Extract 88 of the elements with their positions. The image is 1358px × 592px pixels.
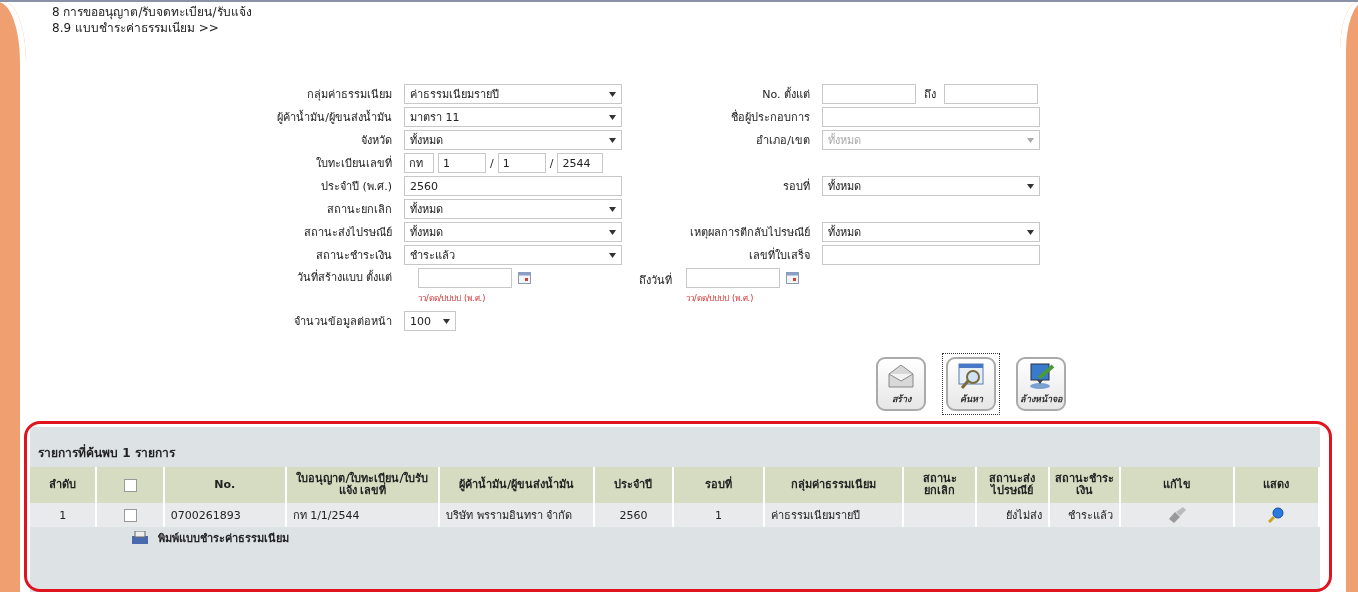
slash-separator: / (490, 156, 494, 170)
text-field[interactable]: 1 (438, 153, 486, 173)
breadcrumb-text: 8 การขออนุญาต/รับจดทะเบียน/รับแจ้ง (52, 4, 253, 20)
caret-icon (609, 137, 616, 143)
column-header: No. (163, 467, 286, 503)
table-cell: 1 (672, 503, 765, 527)
table-cell: 0700261893 (163, 503, 286, 527)
dropdown[interactable]: ทั้งหมด (822, 176, 1040, 196)
clear-button[interactable]: ล้างหน้าจอ (1016, 357, 1066, 411)
magnifier-window-icon (955, 360, 987, 390)
column-header: ผู้ค้าน้ำมัน/ผู้ขนส่งน้ำมัน (439, 467, 595, 503)
field-label: เลขที่ใบเสร็จ (748, 246, 811, 264)
caret-icon (609, 252, 616, 258)
field-label: สถานะชำระเงิน (315, 248, 393, 264)
field-label: ใบทะเบียนเลขที่ (315, 154, 393, 172)
dropdown[interactable]: ทั้งหมด (404, 199, 622, 219)
text-field[interactable]: กท (404, 153, 434, 173)
search-button[interactable]: ค้นหา (946, 357, 996, 411)
brush-icon[interactable] (1166, 507, 1187, 523)
text-field[interactable] (822, 107, 1040, 127)
field-label: กลุ่มค่าธรรมเนียม (306, 87, 393, 103)
field-label: จำนวนข้อมูลต่อหน้า (293, 314, 393, 330)
table-cell: กท 1/1/2544 (285, 503, 440, 527)
dropdown[interactable]: ทั้งหมด (822, 222, 1040, 242)
calendar-icon[interactable] (518, 272, 531, 284)
magnifier-icon[interactable] (1268, 507, 1285, 523)
text-field[interactable]: 1 (497, 153, 546, 173)
field-label: สถานะส่งไปรษณีย์ (303, 225, 393, 241)
field-label: สถานะยกเลิก (326, 202, 393, 218)
dropdown[interactable]: มาตรา 11 (404, 107, 622, 127)
field-label: ถึงวันที่ (638, 271, 672, 289)
text-field[interactable]: 2544 (557, 153, 604, 173)
column-header: กลุ่มค่าธรรมเนียม (764, 467, 904, 503)
caret-icon (609, 114, 616, 120)
text-field[interactable]: 2560 (404, 176, 622, 196)
range-label: ถึง (924, 87, 936, 103)
field-label: ประจำปี (พ.ศ.) (319, 179, 393, 195)
table-cell: บริษัท พรรามอินทรา จำกัด (439, 503, 595, 527)
date-format-hint: วว/ดด/ปปปป (พ.ศ.) (686, 293, 755, 305)
column-header: ใบอนุญาต/ใบทะเบียน/ใบรับแจ้ง เลขที่ (285, 467, 440, 503)
table-cell: ชำระแล้ว (1048, 503, 1120, 527)
caret-icon (609, 229, 616, 235)
dropdown[interactable]: ชำระแล้ว (404, 245, 622, 265)
column-header: สถานะยกเลิก (903, 467, 977, 503)
calendar-icon[interactable] (786, 272, 799, 284)
caret-icon (609, 206, 616, 212)
column-header: แสดง (1233, 467, 1319, 503)
date-format-hint: วว/ดด/ปปปป (พ.ศ.) (418, 293, 487, 305)
table-cell: 1 (30, 503, 97, 527)
text-field[interactable] (822, 245, 1040, 265)
table-cell: 2560 (594, 503, 673, 527)
dropdown[interactable]: ทั้งหมด (404, 222, 622, 242)
date-field[interactable] (686, 268, 780, 288)
print-link[interactable]: พิมพ์แบบชำระค่าธรรมเนียม (158, 529, 289, 547)
field-label: จังหวัด (360, 133, 393, 149)
caret-icon (1027, 229, 1034, 235)
column-header: รอบที่ (672, 467, 765, 503)
caret-icon (443, 318, 450, 324)
column-header: ประจำปี (594, 467, 673, 503)
field-label: วันที่สร้างแบบ ตั้งแต่ (295, 268, 393, 286)
column-header: ลำดับ (30, 467, 97, 503)
checkbox[interactable] (123, 478, 137, 492)
caret-icon (1027, 183, 1034, 189)
table-cell: ค่าธรรมเนียมรายปี (764, 503, 904, 527)
text-field[interactable] (822, 84, 916, 104)
text-field[interactable] (944, 84, 1038, 104)
field-label: อำเภอ/เขต (755, 133, 811, 149)
printer-icon[interactable] (130, 531, 150, 545)
column-header: แก้ไข (1119, 467, 1234, 503)
field-label: ชื่อผู้ประกอบการ (730, 108, 811, 126)
results-title: รายการที่ค้นพบ 1 รายการ (37, 443, 177, 462)
field-label: เหตุผลการตีกลับไปรษณีย์ (689, 225, 811, 241)
date-field[interactable] (418, 268, 512, 288)
dropdown[interactable]: ค่าธรรมเนียมรายปี (404, 84, 622, 104)
checkbox[interactable] (123, 508, 137, 522)
slash-separator: / (549, 156, 554, 170)
dropdown[interactable]: ทั้งหมด (404, 130, 622, 150)
column-header: สถานะชำระเงิน (1048, 467, 1120, 503)
field-label: No. ตั้งแต่ (761, 86, 811, 103)
dropdown[interactable]: 100 (404, 311, 456, 331)
breadcrumb-text: 8.9 แบบชำระค่าธรรมเนียม >> (52, 20, 220, 36)
create-button[interactable]: สร้าง (876, 357, 926, 411)
caret-icon (1027, 137, 1034, 143)
table-cell: ยังไม่ส่ง (976, 503, 1049, 527)
field-label: ผู้ค้าน้ำมัน/ผู้ขนส่งน้ำมัน (276, 109, 393, 126)
field-label: รอบที่ (782, 177, 811, 195)
column-header: สถานะส่งไปรษณีย์ (976, 467, 1049, 503)
caret-icon (609, 91, 616, 97)
